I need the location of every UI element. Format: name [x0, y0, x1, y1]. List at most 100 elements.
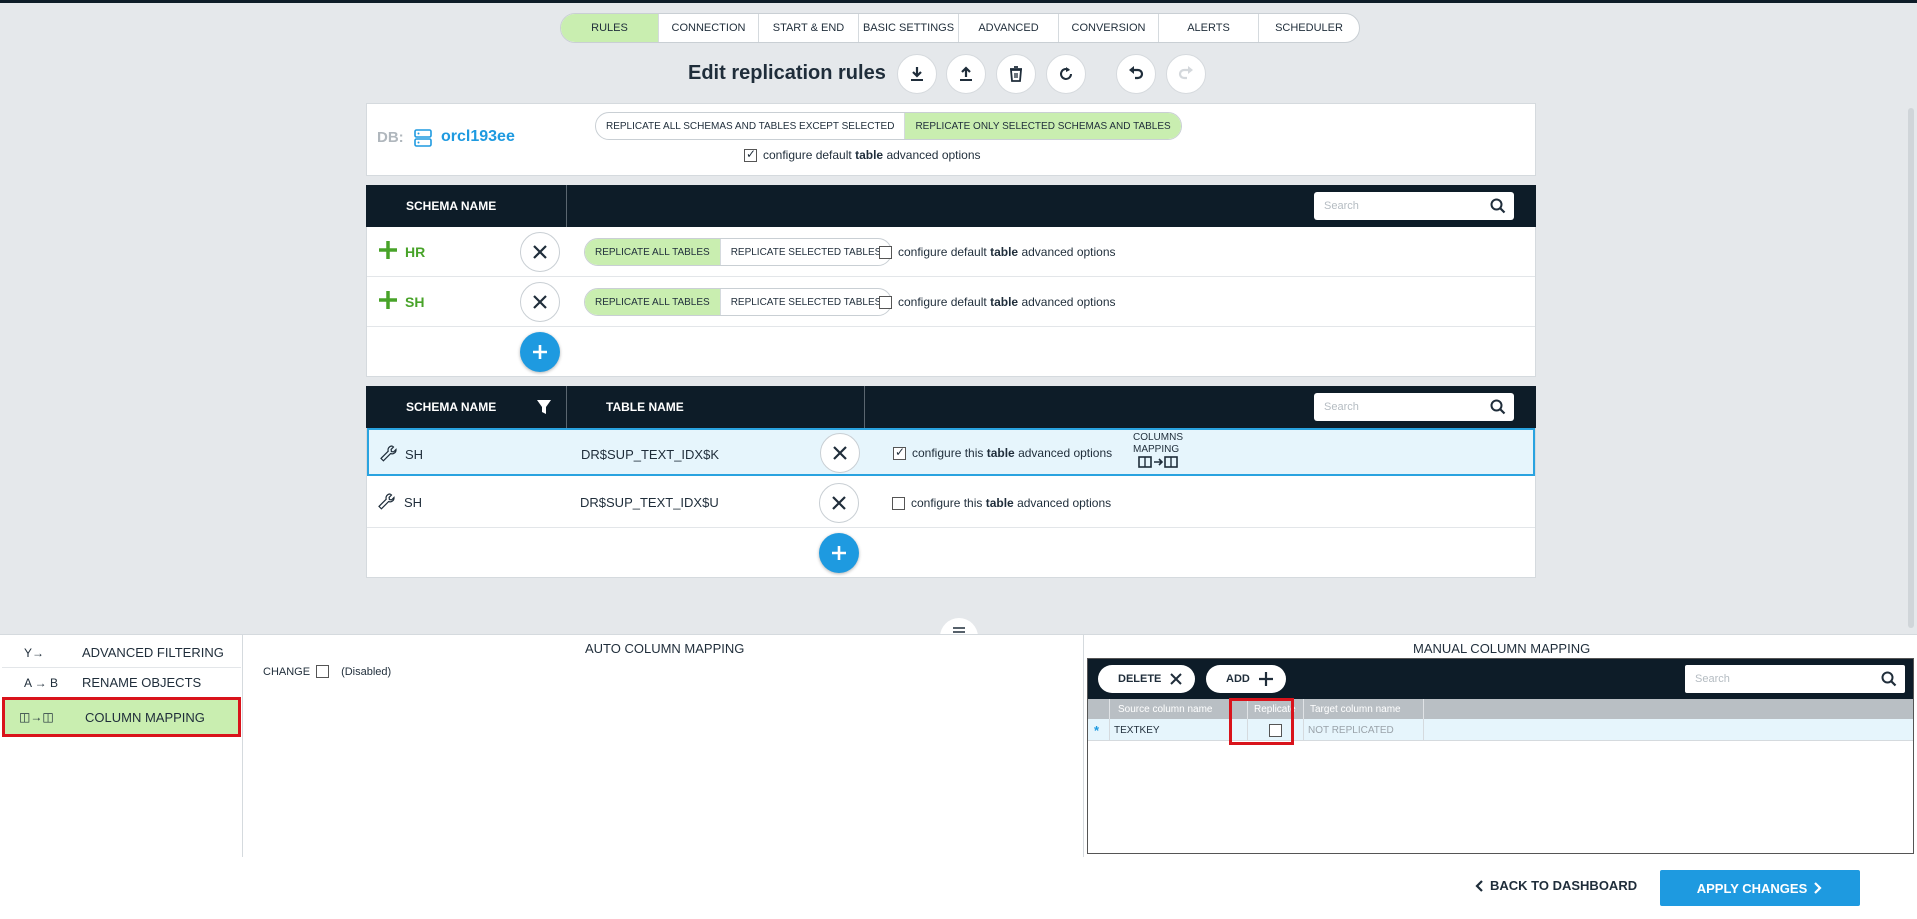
- schemas-header: SCHEMA NAME: [366, 185, 1536, 227]
- tab-rules[interactable]: RULES: [561, 14, 659, 42]
- delete-column-button[interactable]: DELETE: [1098, 665, 1196, 693]
- tab-start-end[interactable]: START & END: [759, 14, 859, 42]
- schema-row: SH REPLICATE ALL TABLES REPLICATE SELECT…: [367, 277, 1535, 327]
- download-button[interactable]: [897, 54, 937, 94]
- columns-mapping-link[interactable]: COLUMNS MAPPING: [1133, 432, 1183, 473]
- chevron-left-icon: [1475, 879, 1483, 892]
- expand-plus-icon[interactable]: [377, 239, 399, 261]
- remove-schema-button[interactable]: [520, 232, 560, 272]
- schema-default-options-checkbox[interactable]: [879, 245, 892, 259]
- table-row[interactable]: SH DR$SUP_TEXT_IDX$U configure this tabl…: [367, 478, 1535, 528]
- schema-row: HR REPLICATE ALL TABLES REPLICATE SELECT…: [367, 227, 1535, 277]
- manual-mapping-title: MANUAL COLUMN MAPPING: [1413, 641, 1591, 656]
- schemas-search: [1314, 192, 1514, 220]
- reset-icon: [1060, 67, 1072, 80]
- undo-button[interactable]: [1116, 54, 1156, 94]
- column-mapping-icon: ◫→◫: [19, 710, 54, 724]
- replicate-all-tables-option[interactable]: REPLICATE ALL TABLES: [585, 289, 721, 315]
- close-icon: [1170, 673, 1183, 685]
- table-options-checkbox[interactable]: [892, 496, 905, 510]
- mapping-grid-header: Source column name Replicate Target colu…: [1088, 699, 1913, 719]
- add-schema-button[interactable]: [520, 332, 560, 372]
- remove-schema-button[interactable]: [520, 282, 560, 322]
- tab-connection[interactable]: CONNECTION: [659, 14, 759, 42]
- target-column-header: Target column name: [1304, 699, 1424, 719]
- close-icon: [832, 496, 846, 510]
- page-scrollbar[interactable]: [1908, 108, 1914, 628]
- source-column-header: Source column name: [1110, 699, 1248, 719]
- header-divider: [864, 386, 865, 428]
- add-table-button[interactable]: [819, 533, 859, 573]
- plus-icon: [832, 546, 846, 560]
- plus-icon: [533, 345, 547, 359]
- auto-mapping-title: AUTO COLUMN MAPPING: [585, 641, 745, 656]
- download-icon: [911, 67, 923, 81]
- column-mapping-icon: [1138, 456, 1178, 468]
- replicate-selected-tables-option[interactable]: REPLICATE SELECTED TABLES: [721, 289, 892, 315]
- close-icon: [533, 295, 547, 309]
- replicate-selected-tables-option[interactable]: REPLICATE SELECTED TABLES: [721, 239, 892, 265]
- apply-changes-button[interactable]: APPLY CHANGES: [1660, 870, 1860, 906]
- tab-scheduler[interactable]: SCHEDULER: [1259, 14, 1359, 42]
- db-label: DB:: [377, 129, 404, 146]
- target-column-cell[interactable]: NOT REPLICATED: [1304, 719, 1424, 741]
- search-icon[interactable]: [1881, 671, 1897, 687]
- replicate-all-tables-option[interactable]: REPLICATE ALL TABLES: [585, 239, 721, 265]
- close-icon: [833, 446, 847, 460]
- schema-default-options-checkbox[interactable]: [879, 295, 892, 309]
- schemas-search-input[interactable]: [1314, 193, 1484, 219]
- table-options-checkbox[interactable]: [893, 445, 906, 460]
- database-icon: [414, 129, 432, 147]
- delete-all-button[interactable]: [996, 54, 1036, 94]
- back-to-dashboard-link[interactable]: BACK TO DASHBOARD: [1474, 878, 1637, 893]
- close-icon: [533, 245, 547, 259]
- auto-mapping-checkbox[interactable]: [316, 665, 330, 678]
- row-marker-header: [1088, 699, 1110, 719]
- tables-search-input[interactable]: [1314, 394, 1484, 420]
- db-panel: DB: orcl193ee REPLICATE ALL SCHEMAS AND …: [366, 103, 1536, 176]
- mapping-grid-row[interactable]: * TEXTKEY NOT REPLICATED: [1088, 719, 1913, 741]
- wrench-icon: [380, 445, 397, 462]
- tab-conversion[interactable]: CONVERSION: [1059, 14, 1159, 42]
- new-row-marker: *: [1088, 719, 1110, 741]
- source-column-cell[interactable]: TEXTKEY: [1110, 719, 1248, 741]
- table-schema: SH: [405, 447, 424, 462]
- upload-button[interactable]: [946, 54, 986, 94]
- reset-button[interactable]: [1046, 54, 1086, 94]
- tab-basic-settings[interactable]: BASIC SETTINGS: [859, 14, 959, 42]
- page-title: Edit replication rules: [688, 62, 886, 84]
- bottom-panel: Y→ ADVANCED FILTERING A → B RENAME OBJEC…: [0, 634, 1917, 919]
- table-name-header: TABLE NAME: [606, 400, 684, 414]
- table-options: configure this table advanced options: [892, 496, 1111, 510]
- tables-list: SH DR$SUP_TEXT_IDX$K configure this tabl…: [366, 428, 1536, 578]
- db-default-options-checkbox[interactable]: [744, 147, 757, 162]
- nav-rename-objects[interactable]: A → B RENAME OBJECTS: [2, 668, 241, 698]
- add-column-button[interactable]: ADD: [1206, 665, 1286, 693]
- nav-column-mapping[interactable]: ◫→◫ COLUMN MAPPING: [2, 697, 241, 737]
- remove-table-button[interactable]: [819, 483, 859, 523]
- nav-advanced-filtering[interactable]: Y→ ADVANCED FILTERING: [2, 638, 241, 668]
- tables-search: [1314, 393, 1514, 421]
- expand-plus-icon[interactable]: [377, 289, 399, 311]
- mode-all-except-selected[interactable]: REPLICATE ALL SCHEMAS AND TABLES EXCEPT …: [596, 113, 906, 139]
- db-name: orcl193ee: [441, 128, 515, 145]
- schema-default-options: configure default table advanced options: [879, 295, 1116, 309]
- db-default-options: configure default table advanced options: [744, 147, 981, 162]
- redo-button[interactable]: [1166, 54, 1206, 94]
- header-divider: [566, 386, 567, 428]
- tab-advanced[interactable]: ADVANCED: [959, 14, 1059, 42]
- table-options: configure this table advanced options: [893, 445, 1112, 460]
- upload-icon: [960, 66, 972, 81]
- schema-default-options: configure default table advanced options: [879, 245, 1116, 259]
- tab-alerts[interactable]: ALERTS: [1159, 14, 1259, 42]
- search-icon[interactable]: [1490, 399, 1506, 415]
- remove-table-button[interactable]: [820, 433, 860, 473]
- mode-only-selected[interactable]: REPLICATE ONLY SELECTED SCHEMAS AND TABL…: [905, 113, 1181, 139]
- manual-mapping-search-input[interactable]: [1685, 666, 1875, 692]
- section-divider: [1083, 635, 1084, 857]
- search-icon[interactable]: [1490, 198, 1506, 214]
- table-row[interactable]: SH DR$SUP_TEXT_IDX$K configure this tabl…: [367, 428, 1535, 476]
- filter-icon[interactable]: [536, 399, 552, 415]
- advanced-options-nav: Y→ ADVANCED FILTERING A → B RENAME OBJEC…: [0, 635, 243, 857]
- schema-name: SH: [405, 294, 425, 310]
